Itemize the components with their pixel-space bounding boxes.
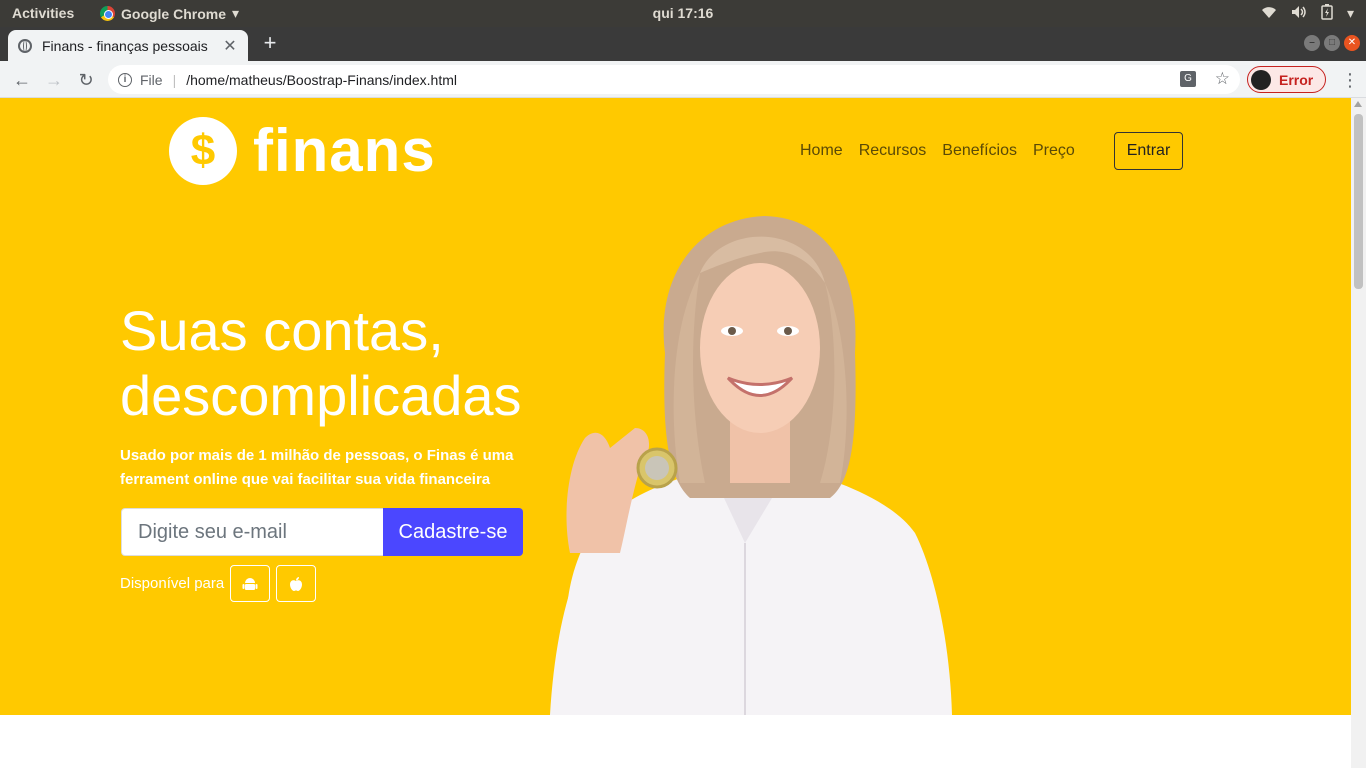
headline-line-1: Suas contas, xyxy=(120,299,444,362)
main-nav: Home Recursos Benefícios Preço xyxy=(800,142,1075,160)
scroll-up-icon[interactable] xyxy=(1354,101,1362,107)
hero-subtext: Usado por mais de 1 milhão de pessoas, o… xyxy=(120,447,514,488)
app-name: Google Chrome xyxy=(121,5,227,22)
page-viewport: $ finans Home Recursos Benefícios Preço … xyxy=(0,98,1351,768)
volume-icon[interactable] xyxy=(1291,5,1307,22)
address-bar[interactable]: i File | /home/matheus/Boostrap-Finans/i… xyxy=(108,65,1240,94)
availability-row: Disponível para xyxy=(120,565,317,602)
login-button[interactable]: Entrar xyxy=(1114,132,1183,170)
battery-icon[interactable] xyxy=(1321,4,1333,23)
info-icon[interactable]: i xyxy=(118,72,132,87)
available-label: Disponível para xyxy=(120,575,225,592)
hero-headline: Suas contas, descomplicadas xyxy=(120,298,580,428)
profile-status: Error xyxy=(1279,71,1314,88)
profile-error-button[interactable]: Error xyxy=(1247,66,1326,93)
new-tab-button[interactable]: + xyxy=(259,32,281,54)
signup-button[interactable]: Cadastre-se xyxy=(383,508,523,556)
address-scheme: File xyxy=(140,71,163,88)
back-arrow-icon[interactable]: ← xyxy=(10,68,34,92)
os-top-bar: Activities Google Chrome ▾ qui 17:16 ▾ xyxy=(0,0,1366,27)
nav-home[interactable]: Home xyxy=(800,142,843,160)
woman-holding-coin-image xyxy=(550,216,952,715)
translate-icon[interactable]: G xyxy=(1180,71,1196,87)
avatar xyxy=(1251,69,1271,90)
site-logo[interactable]: $ finans xyxy=(169,117,436,185)
dropdown-arrow-icon: ▾ xyxy=(232,5,240,21)
close-tab-icon[interactable]: ✕ xyxy=(222,36,238,56)
window-close-icon[interactable]: ✕ xyxy=(1344,35,1360,51)
globe-icon xyxy=(18,38,32,53)
app-menu[interactable]: Google Chrome ▾ xyxy=(100,5,239,22)
bookmark-star-icon[interactable]: ☆ xyxy=(1215,69,1230,89)
tab-title: Finans - finanças pessoais xyxy=(42,37,208,54)
forward-arrow-icon[interactable]: → xyxy=(42,68,66,92)
browser-tab[interactable]: Finans - finanças pessoais ✕ xyxy=(8,30,248,61)
chrome-icon xyxy=(100,6,115,21)
nav-beneficios[interactable]: Benefícios xyxy=(942,142,1017,160)
email-input[interactable]: Digite seu e-mail xyxy=(121,508,383,556)
logo-text: finans xyxy=(253,117,436,184)
scrollbar-thumb[interactable] xyxy=(1354,114,1363,289)
more-menu-icon[interactable]: ⋮ xyxy=(1340,68,1360,92)
maximize-icon[interactable]: □ xyxy=(1324,35,1340,51)
dollar-coin-icon: $ xyxy=(169,117,237,185)
browser-toolbar: ← → ↻ i File | /home/matheus/Boostrap-Fi… xyxy=(0,61,1366,98)
window-controls: – □ ✕ xyxy=(1304,35,1360,51)
system-tray[interactable]: ▾ xyxy=(1261,4,1354,23)
nav-preco[interactable]: Preço xyxy=(1033,142,1075,160)
system-menu-arrow-icon[interactable]: ▾ xyxy=(1347,5,1354,22)
wifi-icon[interactable] xyxy=(1261,5,1277,22)
signup-form: Digite seu e-mail Cadastre-se xyxy=(121,508,523,556)
apple-button[interactable] xyxy=(276,565,317,602)
tab-strip: Finans - finanças pessoais ✕ + – □ ✕ xyxy=(0,27,1366,61)
android-icon xyxy=(242,577,258,590)
android-button[interactable] xyxy=(230,565,271,602)
hero-section: $ finans Home Recursos Benefícios Preço … xyxy=(0,98,1351,715)
page-scrollbar[interactable] xyxy=(1351,98,1366,768)
address-separator: | xyxy=(172,71,177,88)
address-url[interactable]: /home/matheus/Boostrap-Finans/index.html xyxy=(186,72,457,88)
minimize-icon[interactable]: – xyxy=(1304,35,1320,51)
reload-icon[interactable]: ↻ xyxy=(74,68,98,92)
apple-icon xyxy=(290,576,303,591)
activities-button[interactable]: Activities xyxy=(12,5,74,21)
nav-recursos[interactable]: Recursos xyxy=(859,142,927,160)
headline-line-2: descomplicadas xyxy=(120,364,522,427)
